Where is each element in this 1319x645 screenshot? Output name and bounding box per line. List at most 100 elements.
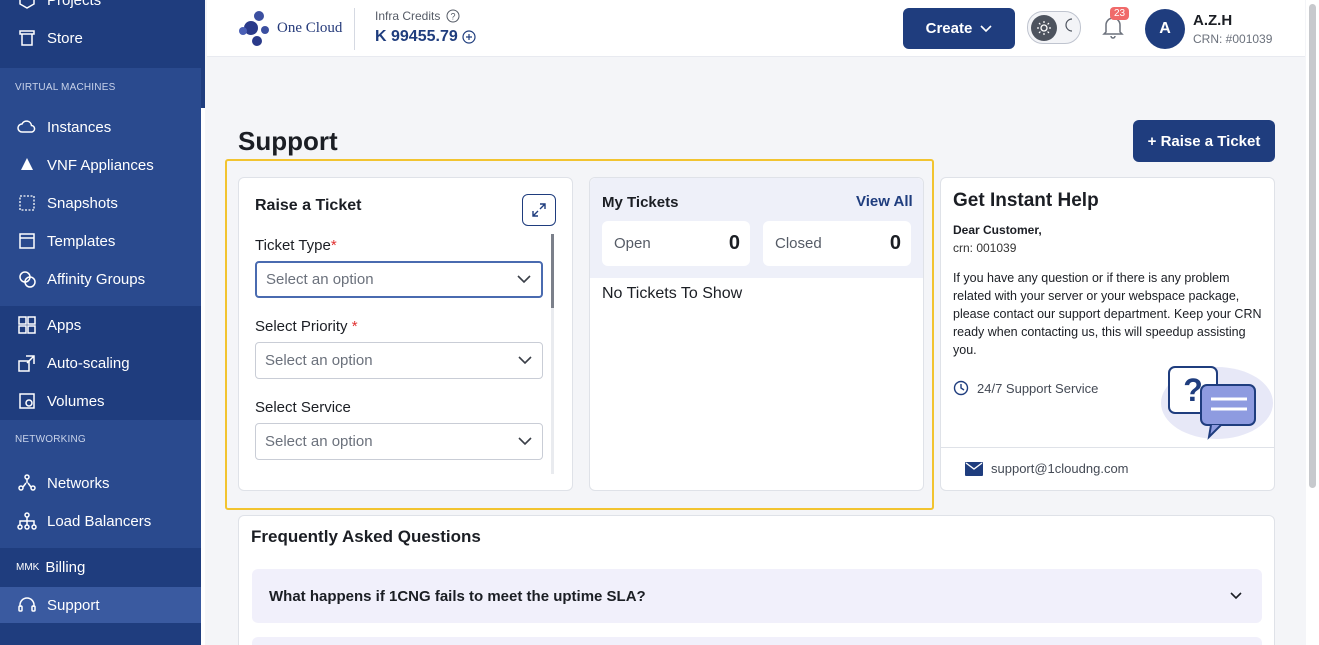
sidebar-item-label: Billing [45, 558, 86, 576]
vm-section: Instances VNF Appliances Snapshots Templ… [0, 108, 201, 306]
page-title: Support [238, 126, 338, 156]
chevron-down-icon [518, 437, 532, 446]
instant-help-card: Get Instant Help Dear Customer, crn: 001… [940, 177, 1275, 491]
logo[interactable]: One Cloud [237, 8, 342, 48]
sidebar-item-label: Affinity Groups [47, 270, 146, 288]
service-label: Select Service [255, 399, 351, 416]
sidebar-top-section: Projects Store [0, 0, 201, 57]
network-icon [16, 472, 38, 494]
sidebar-item-instances[interactable]: Instances [0, 108, 201, 146]
ticket-type-select[interactable]: Select an option [255, 261, 543, 298]
empty-tickets-message: No Tickets To Show [602, 285, 743, 302]
expand-button[interactable] [522, 194, 556, 226]
sidebar-item-label: Snapshots [47, 194, 118, 212]
volumes-icon [16, 390, 38, 412]
view-all-link[interactable]: View All [856, 193, 913, 210]
page-scrollbar-thumb[interactable] [1309, 4, 1316, 488]
chevron-down-icon [1230, 592, 1242, 600]
snapshot-icon [16, 192, 38, 214]
sidebar-item-snapshots[interactable]: Snapshots [0, 184, 201, 222]
form-scrollbar-thumb[interactable] [551, 234, 554, 308]
sidebar-item-apps[interactable]: Apps [0, 306, 201, 344]
network-section: NETWORKING Networks Load Balancers [0, 420, 201, 548]
clock-icon [953, 380, 969, 396]
chevron-down-icon [518, 356, 532, 365]
expand-icon [532, 203, 546, 217]
closed-tickets-stat[interactable]: Closed 0 [763, 221, 911, 266]
ticket-type-label: Ticket Type* [255, 237, 337, 254]
moon-icon [1061, 17, 1077, 38]
my-tickets-card: My Tickets View All Open 0 Closed 0 No T… [589, 177, 924, 491]
notification-badge: 23 [1110, 7, 1130, 20]
raise-ticket-title: Raise a Ticket [255, 197, 362, 214]
help-divider [941, 447, 1274, 448]
vnf-icon [16, 154, 38, 176]
apps-grid-icon [16, 314, 38, 336]
sidebar-item-label: Support [47, 596, 100, 614]
sidebar-item-templates[interactable]: Templates [0, 222, 201, 260]
sidebar-item-label: Networks [47, 474, 110, 492]
store-icon [16, 27, 38, 49]
logo-icon [239, 11, 269, 46]
raise-ticket-card: Raise a Ticket Ticket Type* Select an op… [238, 177, 573, 491]
sidebar-item-affinity[interactable]: Affinity Groups [0, 260, 201, 298]
sidebar-item-store[interactable]: Store [0, 19, 201, 57]
projects-icon [16, 0, 38, 11]
load-balancer-icon [16, 510, 38, 532]
sidebar-item-volumes[interactable]: Volumes [0, 382, 201, 420]
add-credits-icon[interactable] [462, 30, 476, 44]
priority-select[interactable]: Select an option [255, 342, 543, 379]
open-label: Open [614, 235, 651, 252]
faq-title: Frequently Asked Questions [251, 527, 481, 546]
service-placeholder: Select an option [265, 433, 373, 450]
create-button[interactable]: Create [903, 8, 1015, 49]
sidebar-item-autoscaling[interactable]: Auto-scaling [0, 344, 201, 382]
faq-item[interactable]: What happens if 1CNG fails to meet the u… [252, 569, 1262, 623]
sun-icon [1031, 14, 1057, 41]
ticket-type-placeholder: Select an option [266, 271, 374, 288]
create-button-label: Create [925, 20, 973, 37]
chevron-down-icon [980, 24, 992, 32]
sidebar-item-label: Auto-scaling [47, 354, 130, 372]
sidebar-item-projects[interactable]: Projects [0, 0, 201, 19]
autoscale-icon [16, 352, 38, 374]
affinity-icon [16, 268, 38, 290]
service-select[interactable]: Select an option [255, 423, 543, 460]
svg-text:?: ? [1183, 372, 1203, 408]
help-title: Get Instant Help [953, 190, 1099, 211]
chevron-down-icon [517, 275, 531, 284]
open-count: 0 [728, 232, 740, 254]
closed-label: Closed [775, 235, 822, 252]
closed-count: 0 [889, 232, 901, 254]
open-tickets-stat[interactable]: Open 0 [602, 221, 750, 266]
sidebar-item-label: Load Balancers [47, 512, 152, 530]
apps-section: Apps Auto-scaling Volumes [0, 306, 201, 420]
sidebar-item-label: VNF Appliances [47, 156, 154, 174]
support-email[interactable]: support@1cloudng.com [965, 461, 1129, 476]
theme-toggle[interactable] [1027, 11, 1081, 44]
sidebar-item-support[interactable]: Support [0, 587, 201, 623]
sidebar-heading-vm: VIRTUAL MACHINES [15, 81, 116, 93]
faq-item[interactable] [252, 637, 1262, 645]
raise-ticket-button[interactable]: + Raise a Ticket [1133, 120, 1275, 162]
help-circle-icon[interactable]: ? [446, 9, 460, 23]
avatar[interactable]: A [1145, 9, 1185, 49]
priority-placeholder: Select an option [265, 352, 373, 369]
template-icon [16, 230, 38, 252]
sidebar-item-label: Volumes [47, 392, 105, 410]
help-greeting: Dear Customer, [953, 223, 1042, 237]
sidebar-item-load-balancers[interactable]: Load Balancers [0, 502, 201, 540]
faq-question: What happens if 1CNG fails to meet the u… [269, 587, 646, 605]
sidebar-item-billing[interactable]: MMK Billing [0, 548, 201, 586]
help-body: If you have any question or if there is … [953, 271, 1262, 357]
sidebar-item-networks[interactable]: Networks [0, 464, 201, 502]
sidebar-item-vnf[interactable]: VNF Appliances [0, 146, 201, 184]
sidebar-item-label: Instances [47, 118, 112, 136]
credits-amount: K 99455.79 [375, 28, 458, 45]
priority-label: Select Priority * [255, 318, 358, 335]
user-name[interactable]: A.Z.H [1193, 12, 1232, 29]
cloud-icon [16, 116, 38, 138]
mail-icon [965, 461, 983, 476]
my-tickets-title: My Tickets [602, 194, 679, 211]
credits-label: Infra Credits ? [375, 9, 460, 23]
